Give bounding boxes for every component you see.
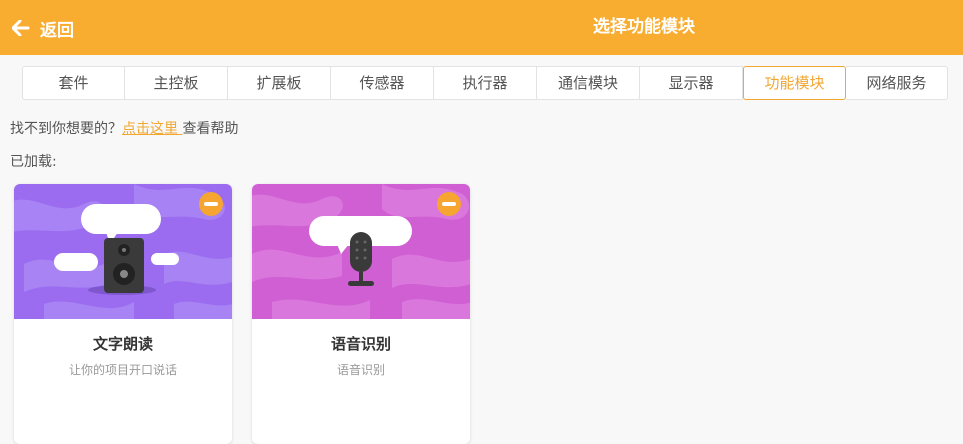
tab-mainboard[interactable]: 主控板 <box>125 66 228 100</box>
card-image <box>252 184 470 319</box>
remove-module-button[interactable] <box>437 192 461 216</box>
tab-display[interactable]: 显示器 <box>640 66 743 100</box>
help-link[interactable]: 点击这里 <box>122 121 182 137</box>
card-image <box>14 184 232 319</box>
card-description: 语音识别 <box>336 363 385 377</box>
card-description: 让你的项目开口说话 <box>68 363 177 377</box>
loaded-label: 已加载: <box>10 154 57 170</box>
tab-kit[interactable]: 套件 <box>22 66 125 100</box>
top-bar: 返回 选择功能模块 <box>0 0 963 55</box>
tab-sensor[interactable]: 传感器 <box>331 66 434 100</box>
tab-actuator[interactable]: 执行器 <box>434 66 537 100</box>
module-card-speech-recognition[interactable]: 语音识别 语音识别 <box>252 184 470 444</box>
help-suffix: 查看帮助 <box>182 121 239 137</box>
module-card-tts[interactable]: 文字朗读 让你的项目开口说话 <box>14 184 232 444</box>
help-text: 找不到你想要的？点击这里 查看帮助 <box>10 118 238 138</box>
tab-communication[interactable]: 通信模块 <box>537 66 640 100</box>
card-title: 语音识别 <box>330 335 391 353</box>
tab-network-service[interactable]: 网络服务 <box>846 66 948 100</box>
help-prefix: 找不到你想要的？ <box>10 121 122 137</box>
speaker-icon <box>104 238 144 293</box>
tab-function-module[interactable]: 功能模块 <box>743 66 846 100</box>
remove-module-button[interactable] <box>199 192 223 216</box>
tab-expansion-board[interactable]: 扩展板 <box>228 66 331 100</box>
category-tabs: 套件 主控板 扩展板 传感器 执行器 通信模块 显示器 功能模块 网络服务 <box>22 66 948 100</box>
card-title: 文字朗读 <box>92 335 153 353</box>
page-title: 选择功能模块 <box>593 17 695 37</box>
